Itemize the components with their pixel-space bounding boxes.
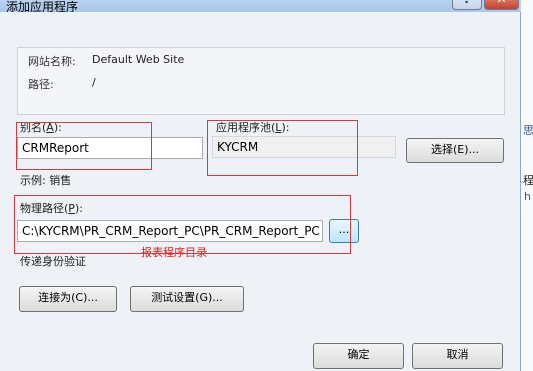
- connect-as-button[interactable]: 连接为(C)...: [19, 286, 117, 312]
- pass-through-auth-label: 传递身份验证: [20, 255, 86, 268]
- background-text: 思: [523, 124, 533, 137]
- site-name-value: Default Web Site: [92, 53, 185, 66]
- add-application-dialog: 网站名称: Default Web Site 路径: / 别名(A): CRMR…: [0, 12, 521, 371]
- app-pool-accel-suffix: ):: [281, 121, 290, 134]
- ok-button[interactable]: 确定: [313, 343, 404, 369]
- alias-example: 示例: 销售: [20, 174, 72, 187]
- browse-button[interactable]: ...: [329, 219, 359, 243]
- app-pool-label: 应用程序池(L):: [216, 119, 289, 135]
- close-button[interactable]: ✕: [484, 0, 519, 10]
- alias-label: 别名(A):: [20, 119, 62, 135]
- app-pool-field: KYCRM: [212, 136, 396, 158]
- cancel-button[interactable]: 取消: [412, 343, 503, 369]
- site-name-label: 网站名称:: [28, 55, 76, 68]
- select-app-pool-button[interactable]: 选择(E)...: [406, 138, 504, 163]
- alias-input[interactable]: CRMReport: [17, 137, 203, 159]
- screen: 思 程 h 添加应用程序 ? ✕ 网站名称: Default Web Site …: [0, 0, 533, 371]
- test-settings-button[interactable]: 测试设置(G)...: [130, 286, 244, 312]
- physical-path-label: 物理路径(P):: [20, 200, 83, 216]
- background-text: 程: [523, 174, 533, 187]
- background-text: h: [524, 190, 531, 203]
- alias-label-text: 别名: [20, 121, 42, 134]
- alias-accel-key: A: [46, 121, 54, 134]
- site-info-panel: 网站名称: Default Web Site 路径: /: [17, 47, 505, 115]
- directory-annotation: 报表程序目录: [141, 246, 207, 259]
- path-label: 路径:: [28, 78, 54, 91]
- path-value: /: [92, 76, 96, 89]
- alias-accel-suffix: ):: [53, 121, 62, 134]
- app-pool-label-text: 应用程序池: [216, 121, 271, 134]
- physical-path-label-text: 物理路径: [20, 202, 64, 215]
- background-window: 思 程 h: [520, 0, 533, 371]
- physical-path-input[interactable]: C:\KYCRM\PR_CRM_Report_PC\PR_CRM_Report_…: [17, 220, 323, 242]
- help-button[interactable]: ?: [452, 0, 482, 10]
- physical-path-accel-suffix: ):: [74, 202, 83, 215]
- physical-path-accel-key: P: [68, 202, 75, 215]
